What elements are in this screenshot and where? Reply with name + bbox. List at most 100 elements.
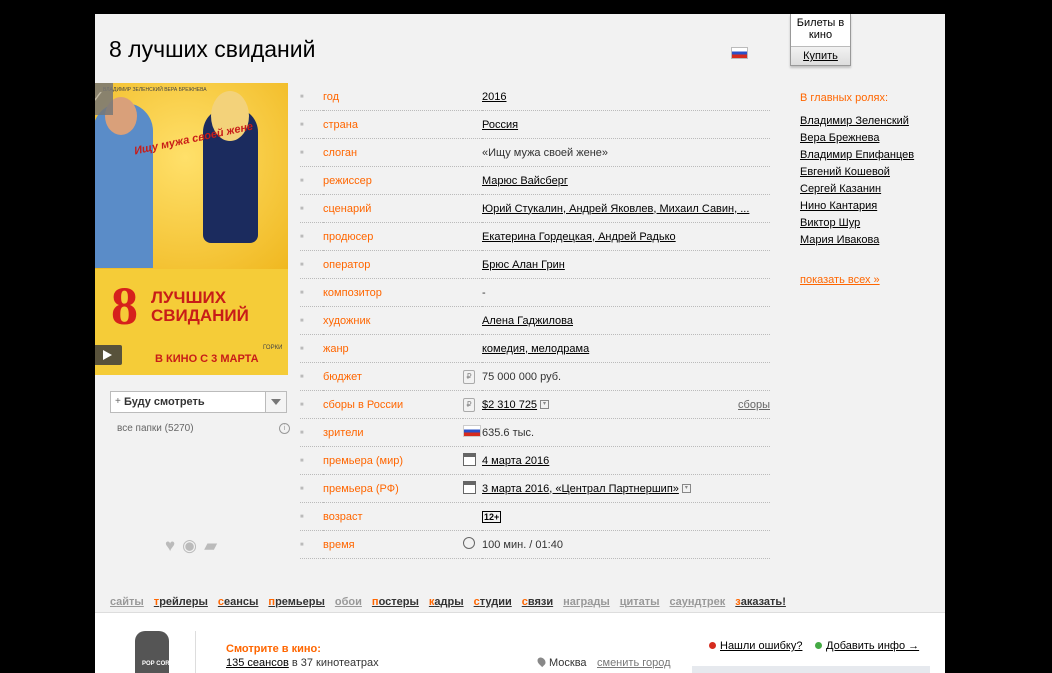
tab-12[interactable]: заказать! (735, 596, 786, 608)
tab-label: айты (116, 596, 144, 608)
info-value-cell: «Ищу мужа своей жене» (482, 138, 770, 167)
chevron-down-icon[interactable]: ▾ (681, 484, 691, 494)
tab-4[interactable]: обои (335, 596, 362, 608)
bullet-icon: ■ (300, 446, 323, 475)
info-value[interactable]: Россия (482, 119, 518, 131)
info-value[interactable]: Екатерина Гордецкая, Андрей Радько (482, 231, 676, 243)
ruble-icon: ₽ (463, 397, 475, 412)
info-value[interactable]: 2016 (482, 91, 506, 103)
tab-9[interactable]: награды (563, 596, 610, 608)
info-value-cell: $2 310 725 ▾ сборы (482, 390, 770, 419)
info-key: зрители (323, 418, 463, 447)
info-row: ■ бюджет ₽75 000 000 руб. (300, 362, 770, 391)
tab-1[interactable]: трейлеры (154, 596, 208, 608)
actor-link[interactable]: Мария Ивакова (800, 234, 914, 251)
info-value-cell: Россия (482, 110, 770, 139)
actor-link[interactable]: Владимир Зеленский (800, 115, 914, 132)
chevron-down-icon[interactable]: ▾ (540, 400, 550, 410)
tab-first-letter: п (371, 596, 379, 608)
tab-label: аграды (569, 596, 610, 608)
info-key: страна (323, 110, 463, 139)
fees-link[interactable]: сборы (738, 399, 770, 411)
actor-link[interactable]: Нино Кантария (800, 200, 914, 217)
actor-link[interactable]: Владимир Епифанцев (800, 149, 914, 166)
checkmark-icon[interactable] (95, 83, 113, 115)
cast-heading: В главных ролях: (800, 92, 889, 104)
tab-label: аказать! (740, 596, 786, 608)
russia-flag-icon (731, 47, 748, 59)
film-info-table: ■ год 2016 ■ страна Россия ■ слоган «Ищу мужа св… (300, 83, 770, 559)
tab-label: рейлеры (159, 596, 208, 608)
info-row: ■ режиссер Марюс Вайсберг (300, 166, 770, 195)
info-key: слоган (323, 138, 463, 167)
tab-8[interactable]: связи (522, 596, 553, 608)
info-value: 635.6 тыс. (482, 426, 535, 439)
cinema-bar: POP CORN Смотрите в кино: 135 сеансов в … (95, 613, 945, 673)
tab-11[interactable]: саундтрек (670, 596, 726, 608)
bullet-icon: ■ (300, 530, 323, 559)
bullet-icon: ■ (300, 194, 323, 223)
info-value-cell: 75 000 000 руб. (482, 362, 770, 391)
tab-5[interactable]: постеры (372, 596, 419, 608)
info-value[interactable]: Марюс Вайсберг (482, 175, 568, 187)
tab-0[interactable]: сайты (110, 596, 144, 608)
will-watch-dropdown[interactable]: + Буду смотреть (110, 391, 287, 413)
info-value-cell: 635.6 тыс. (482, 418, 770, 447)
tab-7[interactable]: студии (474, 596, 512, 608)
tab-3[interactable]: премьеры (268, 596, 324, 608)
info-value-cell: 3 марта 2016, «Централ Партнершип» ▾ (482, 474, 770, 503)
add-info-link[interactable]: Добавить инфо → (826, 640, 919, 652)
play-icon[interactable] (95, 345, 122, 365)
actor-link[interactable]: Виктор Шур (800, 217, 914, 234)
report-error[interactable]: Нашли ошибку? (709, 640, 802, 652)
info-value-cell: Марюс Вайсберг (482, 166, 770, 195)
report-error-link[interactable]: Нашли ошибку? (720, 640, 802, 652)
movie-poster[interactable]: ВЛАДИМИР ЗЕЛЕНСКИЙ ВЕРА БРЕЖНЕВА Ищу муж… (95, 83, 288, 375)
calendar-icon (463, 452, 476, 466)
sessions-text: в 37 кинотеатрах (288, 657, 379, 669)
will-watch-label: Буду смотреть (124, 396, 205, 408)
info-value[interactable]: 3 марта 2016, «Централ Партнершип» (482, 483, 679, 495)
comment-icon[interactable]: ▰ (204, 536, 217, 556)
info-key: продюсер (323, 222, 463, 251)
row-icon-cell: ₽ (463, 390, 482, 419)
chevron-down-icon[interactable] (265, 392, 286, 412)
change-city-link[interactable]: сменить город (597, 657, 671, 669)
actor-link[interactable]: Евгений Кошевой (800, 166, 914, 183)
info-key: режиссер (323, 166, 463, 195)
row-icon-cell: ₽ (463, 362, 482, 391)
info-value[interactable]: Алена Гаджилова (482, 315, 573, 327)
info-key: жанр (323, 334, 463, 363)
info-value[interactable]: 4 марта 2016 (482, 455, 549, 467)
eye-icon[interactable]: ◉ (182, 536, 197, 556)
cinema-sessions: 135 сеансов в 37 кинотеатрах (226, 657, 379, 669)
row-icon-cell (463, 418, 482, 447)
info-value[interactable]: $2 310 725 (482, 399, 537, 411)
all-folders-link[interactable]: все папки (5270) (117, 423, 194, 434)
info-value: «Ищу мужа своей жене» (482, 146, 609, 159)
info-row: ■ композитор - (300, 278, 770, 307)
tab-10[interactable]: цитаты (620, 596, 660, 608)
sessions-link[interactable]: 135 сеансов (226, 657, 289, 669)
info-value-cell: Юрий Стукалин, Андрей Яковлев, Михаил Са… (482, 194, 770, 223)
info-icon[interactable]: i (279, 423, 290, 434)
ruble-icon: ₽ (463, 369, 475, 384)
info-row: ■ оператор Брюс Алан Грин (300, 250, 770, 279)
poster-corner-text: ГОРКИ (263, 345, 283, 351)
info-value[interactable]: комедия, мелодрама (482, 343, 589, 355)
info-value-cell: 12+ (482, 502, 770, 531)
tab-2[interactable]: сеансы (218, 596, 259, 608)
actor-link[interactable]: Сергей Казанин (800, 183, 914, 200)
show-all-cast-link[interactable]: показать всех » (800, 274, 914, 286)
buy-button[interactable]: Купить (791, 46, 850, 65)
info-row: ■ продюсер Екатерина Гордецкая, Андрей Рад… (300, 222, 770, 251)
info-value[interactable]: Брюс Алан Грин (482, 259, 565, 271)
info-value[interactable]: Юрий Стукалин, Андрей Яковлев, Михаил Са… (482, 203, 749, 215)
heart-icon[interactable]: ♥ (165, 536, 175, 556)
clock-icon (463, 537, 475, 549)
add-info[interactable]: Добавить инфо → (815, 640, 919, 652)
tickets-widget: Билеты в кино Купить (790, 14, 851, 66)
tab-6[interactable]: кадры (429, 596, 464, 608)
actor-link[interactable]: Вера Брежнева (800, 132, 914, 149)
tab-label: тудии (479, 596, 512, 608)
